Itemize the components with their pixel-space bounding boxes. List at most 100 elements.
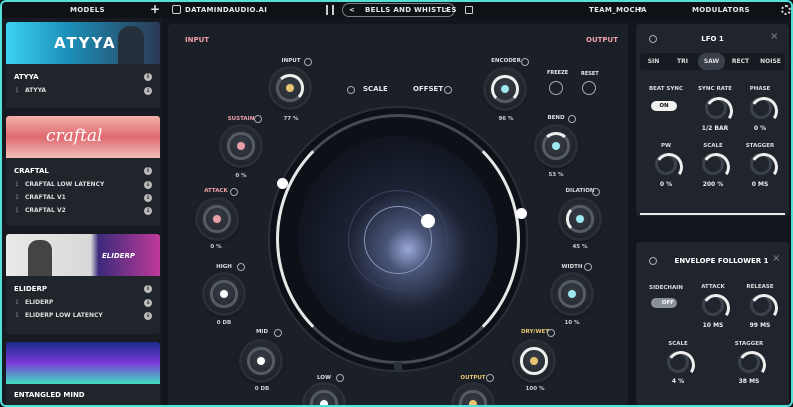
phase-label: PHASE [749,86,771,92]
scale-toggle[interactable] [347,86,355,94]
next-preset-button[interactable]: > [444,2,450,18]
release-knob[interactable] [750,294,772,316]
model-variant-item[interactable]: ⋮ ATYYA ↓ [6,84,160,97]
download-icon[interactable]: ↓ [144,312,152,320]
modulation-toggle[interactable] [486,374,494,382]
input-knob[interactable] [271,69,309,107]
scale-value: 200 % [702,181,724,188]
top-bar: MODELS + DATAMINDAUDIO.AI < BELLS AND WH… [2,2,791,18]
output-knob[interactable] [454,385,492,405]
download-icon[interactable]: ↓ [144,299,152,307]
model-card-entangled-mind[interactable]: ENTANGLED MIND [6,342,160,405]
info-icon[interactable]: i [144,73,152,81]
model-title[interactable]: CRAFTAL i [6,164,160,178]
tab-saw[interactable]: SAW [698,53,725,70]
model-variant-item[interactable]: ⋮ CRAFTAL V2 ↓ [6,204,160,217]
beat-sync-toggle[interactable]: ON [651,101,677,111]
xy-pad[interactable] [270,108,527,370]
model-title[interactable]: ATYYA i [6,70,160,84]
preset-name[interactable]: BELLS AND WHISTLES [365,2,457,18]
sync-rate-knob[interactable] [705,97,727,119]
tab-tri[interactable]: TRI [669,53,696,70]
download-icon[interactable]: ↓ [144,194,152,202]
preset-selector[interactable]: < BELLS AND WHISTLES > [342,2,457,18]
scale-handle[interactable] [277,178,288,189]
settings-gear-icon[interactable] [781,5,791,15]
attack-knob[interactable] [702,294,724,316]
stagger-knob[interactable] [750,153,772,175]
model-variant-item[interactable]: ⋮ ELIDERP ↓ [6,296,160,309]
model-title[interactable]: ENTANGLED MIND [6,388,160,402]
close-icon[interactable]: × [770,31,778,42]
bend-knob[interactable] [537,127,575,165]
close-icon[interactable]: × [772,253,780,264]
modulation-toggle[interactable] [592,188,600,196]
low-knob[interactable] [305,385,343,405]
model-title[interactable]: ELIDERP i [6,282,160,296]
tab-noise[interactable]: NOISE [756,53,785,70]
high-knob[interactable] [205,275,243,313]
pw-knob[interactable] [655,153,677,175]
envelope-title: ENVELOPE FOLLOWER 1 [674,257,769,265]
modulation-toggle[interactable] [547,329,555,337]
help-icon[interactable]: ? [638,2,642,18]
modulation-toggle[interactable] [274,329,282,337]
model-card-atyya[interactable]: ATYYA ATYYA i ⋮ ATYYA ↓ [6,22,160,108]
attack-value: 10 MS [702,322,724,329]
encoder-knob[interactable] [486,70,524,108]
info-icon[interactable]: i [144,167,152,175]
save-icon[interactable] [465,6,473,14]
add-model-button[interactable]: + [150,2,160,16]
modulation-toggle[interactable] [336,374,344,382]
brand-logo-icon [172,5,181,14]
modulation-toggle[interactable] [521,58,529,66]
sidechain-toggle[interactable]: OFF [651,298,677,308]
scale-knob[interactable] [667,351,689,373]
reset-button[interactable] [582,81,596,95]
stagger-value: 0 MS [751,181,769,188]
scale-label: SCALE [668,341,688,347]
model-card-eliderp[interactable]: ELIDERP ELIDERP i ⋮ ELIDERP ↓ ⋮ ELIDERP LOW … [6,234,160,334]
info-icon[interactable]: i [144,285,152,293]
download-icon[interactable]: ↓ [144,181,152,189]
knob-value: 0 DB [216,320,232,326]
sync-rate-label: SYNC RATE [697,86,733,92]
offset-toggle[interactable] [444,86,452,94]
xy-pad-visual [298,136,498,342]
model-variant-item[interactable]: ⋮ CRAFTAL V1 ↓ [6,191,160,204]
model-variant-item[interactable]: ⋮ ELIDERP LOW LATENCY ↓ [6,309,160,322]
tab-sin[interactable]: SIN [640,53,667,70]
tab-rect[interactable]: RECT [727,53,754,70]
phase-knob[interactable] [750,97,772,119]
stagger-label: STAGGER [734,341,764,347]
model-card-craftal[interactable]: craftal CRAFTAL i ⋮ CRAFTAL LOW LATENCY ↓ ⋮… [6,116,160,226]
drywet-knob[interactable] [515,342,553,380]
freeze-label: FREEZE [547,70,569,76]
modulators-panel: LFO 1 × SIN TRI SAW RECT NOISE BEAT SYNC… [634,24,791,405]
offset-handle[interactable] [516,208,527,219]
download-icon[interactable]: ↓ [144,207,152,215]
modulation-toggle[interactable] [304,58,312,66]
modulation-toggle[interactable] [568,115,576,123]
attack-knob[interactable] [198,200,236,238]
prev-preset-button[interactable]: < [349,2,355,18]
model-variant-item[interactable]: ⋮ CRAFTAL LOW LATENCY ↓ [6,178,160,191]
mid-knob[interactable] [242,342,280,380]
library-icon[interactable] [326,5,334,15]
modulation-toggle[interactable] [230,188,238,196]
freeze-button[interactable] [549,81,563,95]
xy-pad-handle[interactable] [421,214,435,228]
scale-knob[interactable] [702,153,724,175]
sustain-knob[interactable] [222,127,260,165]
download-icon[interactable]: ↓ [144,87,152,95]
plugin-window: MODELS + DATAMINDAUDIO.AI < BELLS AND WH… [0,0,793,407]
modulation-toggle[interactable] [584,263,592,271]
stagger-knob[interactable] [738,351,760,373]
dilation-knob[interactable] [561,200,599,238]
brand-name[interactable]: DATAMINDAUDIO.AI [185,2,267,18]
modulation-toggle[interactable] [254,115,262,123]
modulation-toggle[interactable] [237,263,245,271]
model-image-entangled-mind [6,342,160,384]
attack-label: ATTACK [701,284,725,290]
width-knob[interactable] [553,275,591,313]
